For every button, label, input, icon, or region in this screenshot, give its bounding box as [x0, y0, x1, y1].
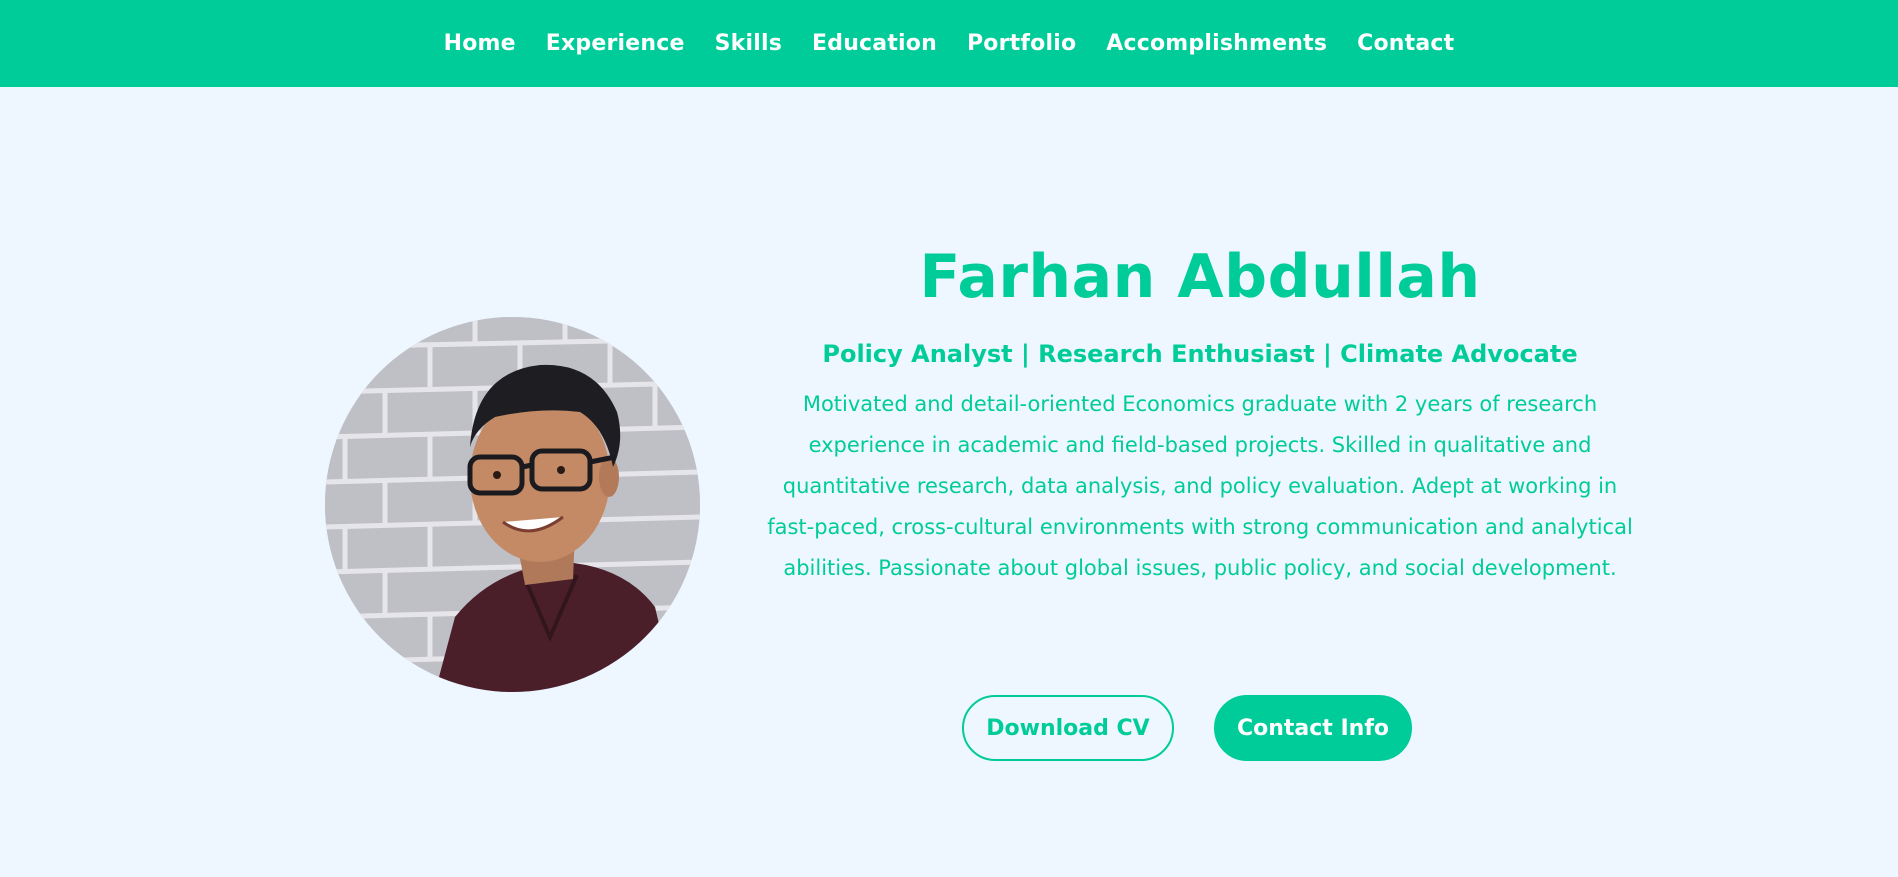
nav-accomplishments-link[interactable]: Accomplishments	[1106, 31, 1327, 56]
nav-home-link[interactable]: Home	[444, 31, 516, 56]
hero-tagline: Policy Analyst | Research Enthusiast | C…	[822, 340, 1578, 368]
nav-contact-link[interactable]: Contact	[1357, 31, 1454, 56]
nav-experience-link[interactable]: Experience	[546, 31, 685, 56]
nav-education-link[interactable]: Education	[812, 31, 937, 56]
hero-bio: Motivated and detail-oriented Economics …	[767, 392, 1633, 580]
hero-section: Farhan Abdullah Policy Analyst | Researc…	[740, 230, 1660, 589]
download-cv-button[interactable]: Download CV	[962, 695, 1174, 761]
hero-name: Farhan Abdullah	[919, 242, 1481, 312]
contact-info-button[interactable]: Contact Info	[1214, 695, 1412, 761]
top-navbar: Home Experience Skills Education Portfol…	[0, 0, 1898, 87]
nav-skills-link[interactable]: Skills	[715, 31, 782, 56]
nav-menu: Home Experience Skills Education Portfol…	[0, 0, 1898, 87]
profile-photo	[325, 317, 700, 692]
nav-portfolio-link[interactable]: Portfolio	[967, 31, 1076, 56]
profile-photo-illustration	[325, 317, 700, 692]
